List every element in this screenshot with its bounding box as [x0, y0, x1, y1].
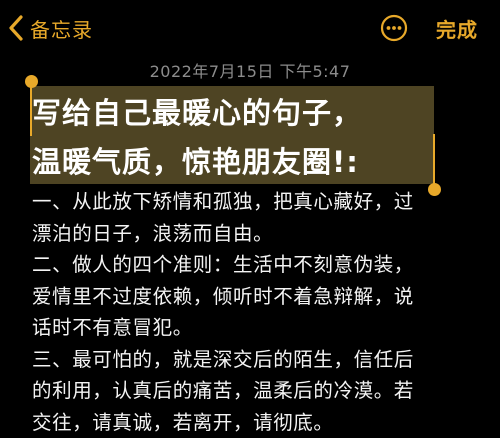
note-body-line: 话时不有意冒犯。	[32, 312, 472, 344]
selected-title[interactable]: 写给自己最暖心的句子， 温暖气质，惊艳朋友圈!:	[30, 86, 434, 186]
navigation-bar: 备忘录 完成	[0, 0, 500, 56]
done-button[interactable]: 完成	[436, 14, 478, 43]
note-body-line: 二、做人的四个准则：生活中不刻意伪装，	[32, 249, 472, 281]
chevron-left-icon	[8, 15, 24, 41]
note-body-line: 交往，请真诚，若离开，请彻底。	[32, 407, 472, 438]
selection-end-caret	[433, 134, 435, 186]
note-timestamp: 2022年7月15日 下午5:47	[0, 58, 500, 82]
more-options-button[interactable]	[380, 14, 408, 42]
note-body-line: 漂泊的日子，浪荡而自由。	[32, 218, 472, 250]
note-body-line: 的利用，认真后的痛苦，温柔后的冷漠。若	[32, 375, 472, 407]
ellipsis-circle-icon	[380, 14, 408, 42]
note-body[interactable]: 一、从此放下矫情和孤独，把真心藏好，过 漂泊的日子，浪荡而自由。 二、做人的四个…	[32, 186, 472, 438]
back-button-label: 备忘录	[30, 14, 93, 43]
selection-start-caret	[30, 84, 32, 136]
note-title-line: 写给自己最暖心的句子，	[32, 90, 362, 132]
note-body-line: 一、从此放下矫情和孤独，把真心藏好，过	[32, 186, 472, 218]
note-body-line: 爱情里不过度依赖，倾听时不着急辩解，说	[32, 281, 472, 313]
back-button[interactable]: 备忘录	[8, 12, 93, 44]
note-title-line: 温暖气质，惊艳朋友圈!:	[32, 139, 359, 181]
note-body-line: 三、最可怕的，就是深交后的陌生，信任后	[32, 344, 472, 376]
